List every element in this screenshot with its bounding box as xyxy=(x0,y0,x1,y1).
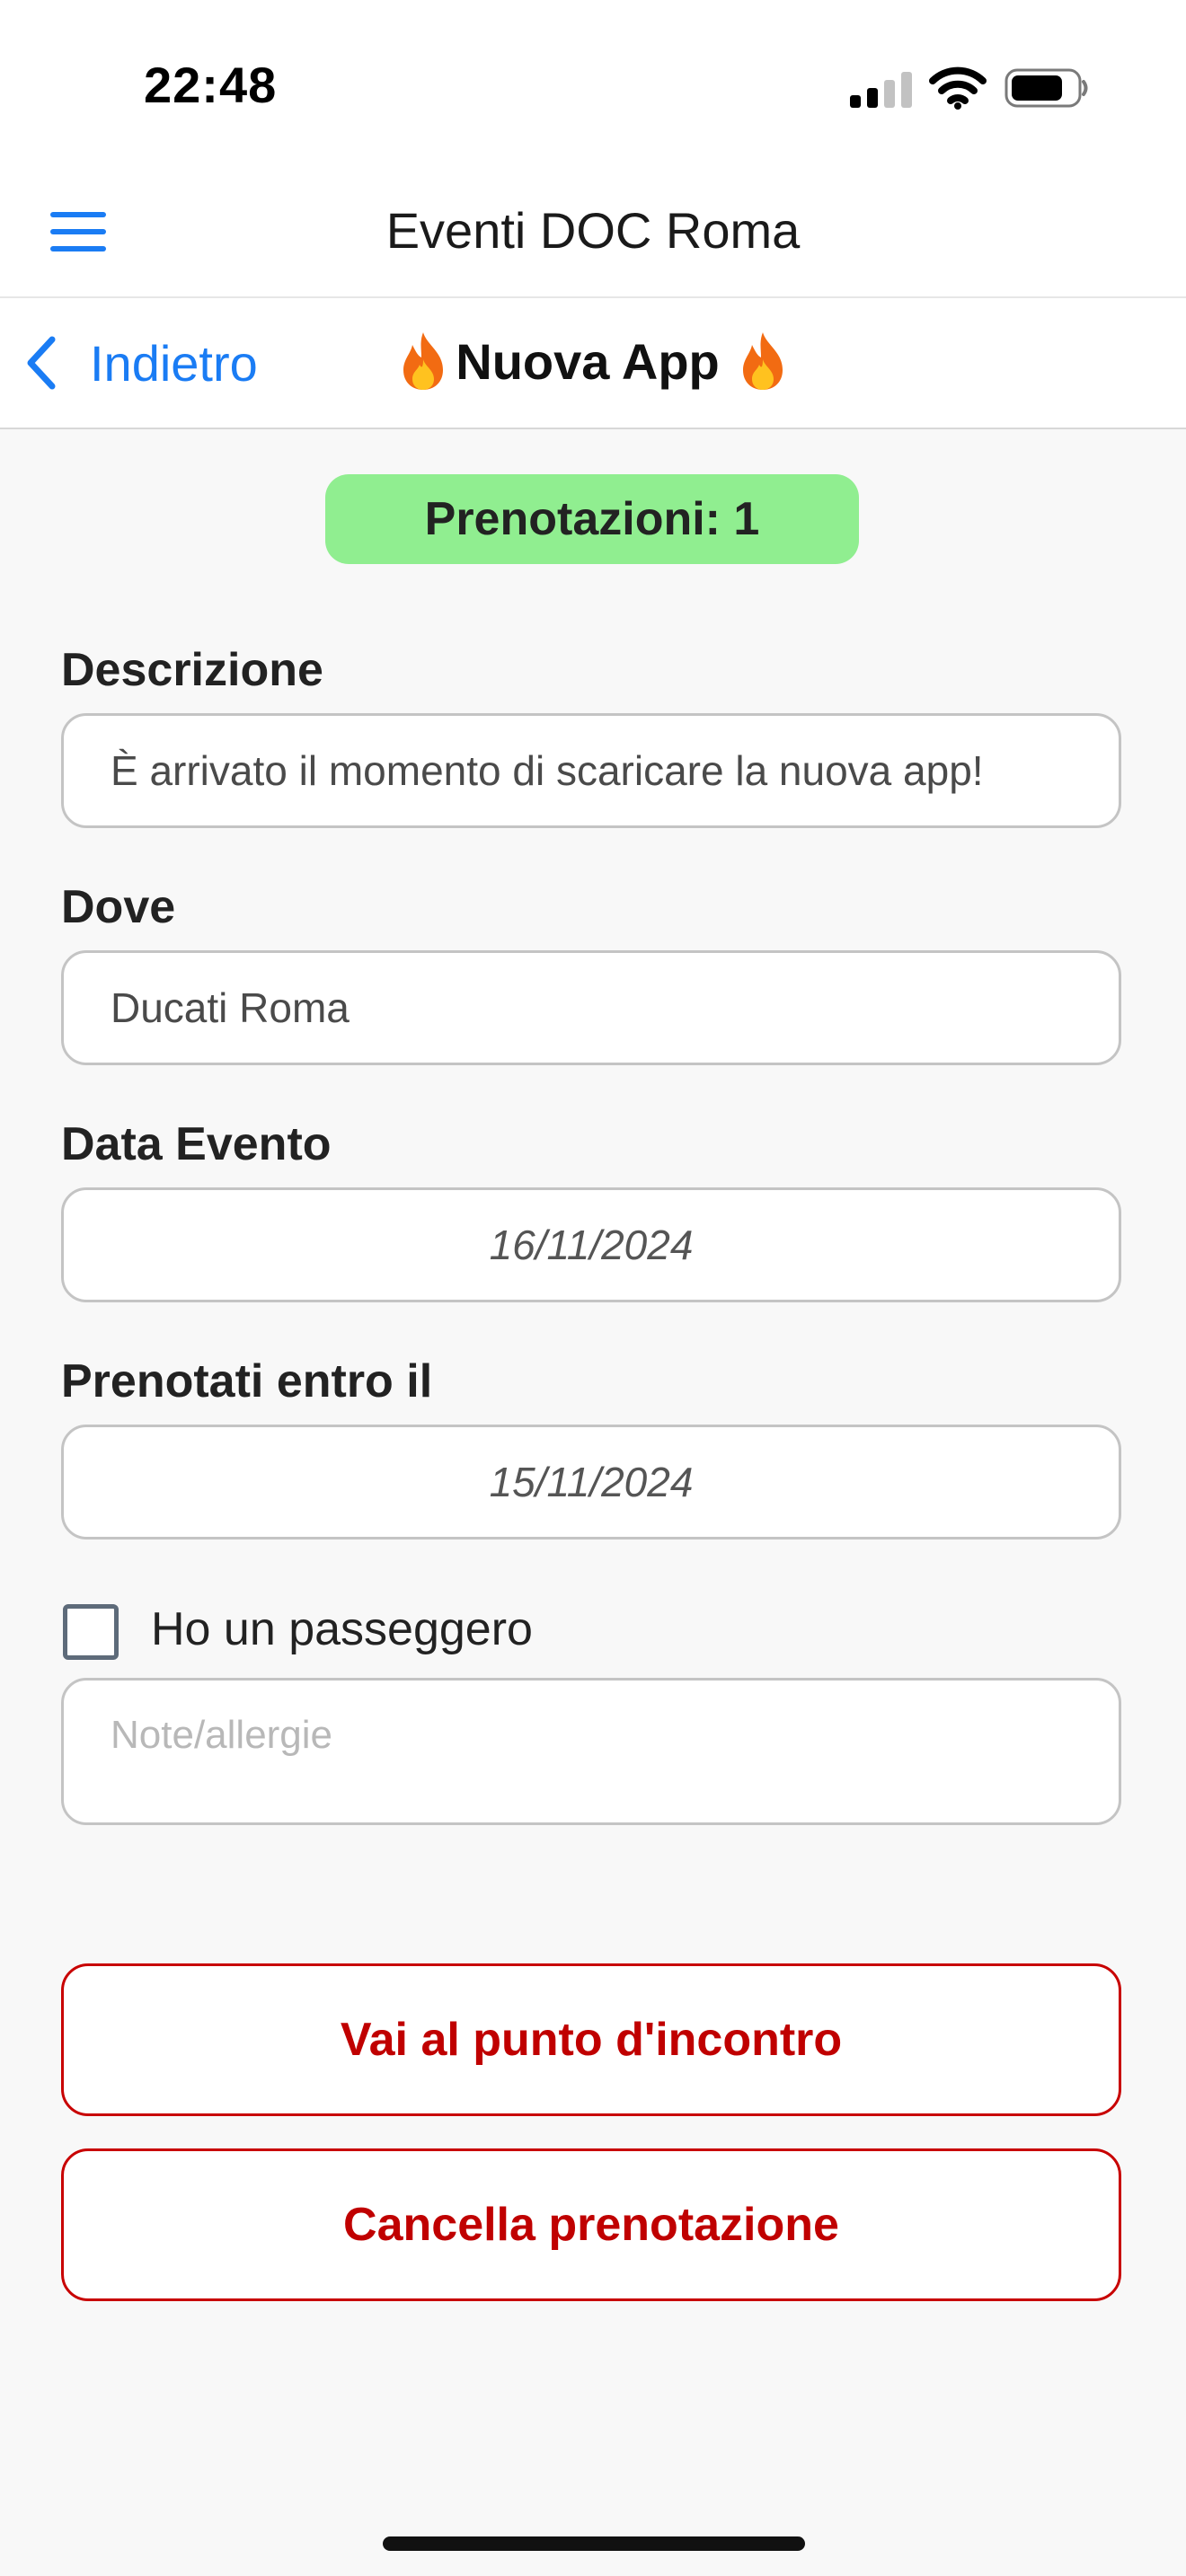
passenger-label[interactable]: Ho un passeggero xyxy=(151,1602,533,1656)
location-field: Ducati Roma xyxy=(61,950,1121,1065)
reservations-badge: Prenotazioni: 1 xyxy=(325,474,859,564)
location-label: Dove xyxy=(61,881,176,933)
status-time: 22:48 xyxy=(144,57,278,113)
event-title: Nuova App xyxy=(0,331,1186,392)
notes-input[interactable] xyxy=(61,1678,1121,1825)
status-bar: 22:48 xyxy=(0,0,1186,176)
deadline-field: 15/11/2024 xyxy=(61,1425,1121,1539)
event-date-field: 16/11/2024 xyxy=(61,1187,1121,1302)
fire-icon xyxy=(742,332,783,390)
fire-icon xyxy=(403,332,444,390)
home-indicator xyxy=(383,2536,805,2551)
nav-bar: Indietro Nuova App xyxy=(0,298,1186,429)
description-label: Descrizione xyxy=(61,644,323,696)
meeting-point-button[interactable]: Vai al punto d'incontro xyxy=(61,1963,1121,2116)
wifi-icon xyxy=(929,66,987,110)
event-date-label: Data Evento xyxy=(61,1118,332,1170)
battery-icon xyxy=(1005,68,1088,108)
event-title-text: Nuova App xyxy=(456,332,720,390)
app-header: Eventi DOC Roma xyxy=(0,176,1186,298)
cancel-reservation-button[interactable]: Cancella prenotazione xyxy=(61,2148,1121,2301)
cellular-signal-icon xyxy=(850,72,912,108)
description-field: È arrivato il momento di scaricare la nu… xyxy=(61,713,1121,828)
deadline-label: Prenotati entro il xyxy=(61,1355,433,1407)
passenger-checkbox[interactable] xyxy=(63,1604,119,1660)
app-title: Eventi DOC Roma xyxy=(385,202,801,259)
